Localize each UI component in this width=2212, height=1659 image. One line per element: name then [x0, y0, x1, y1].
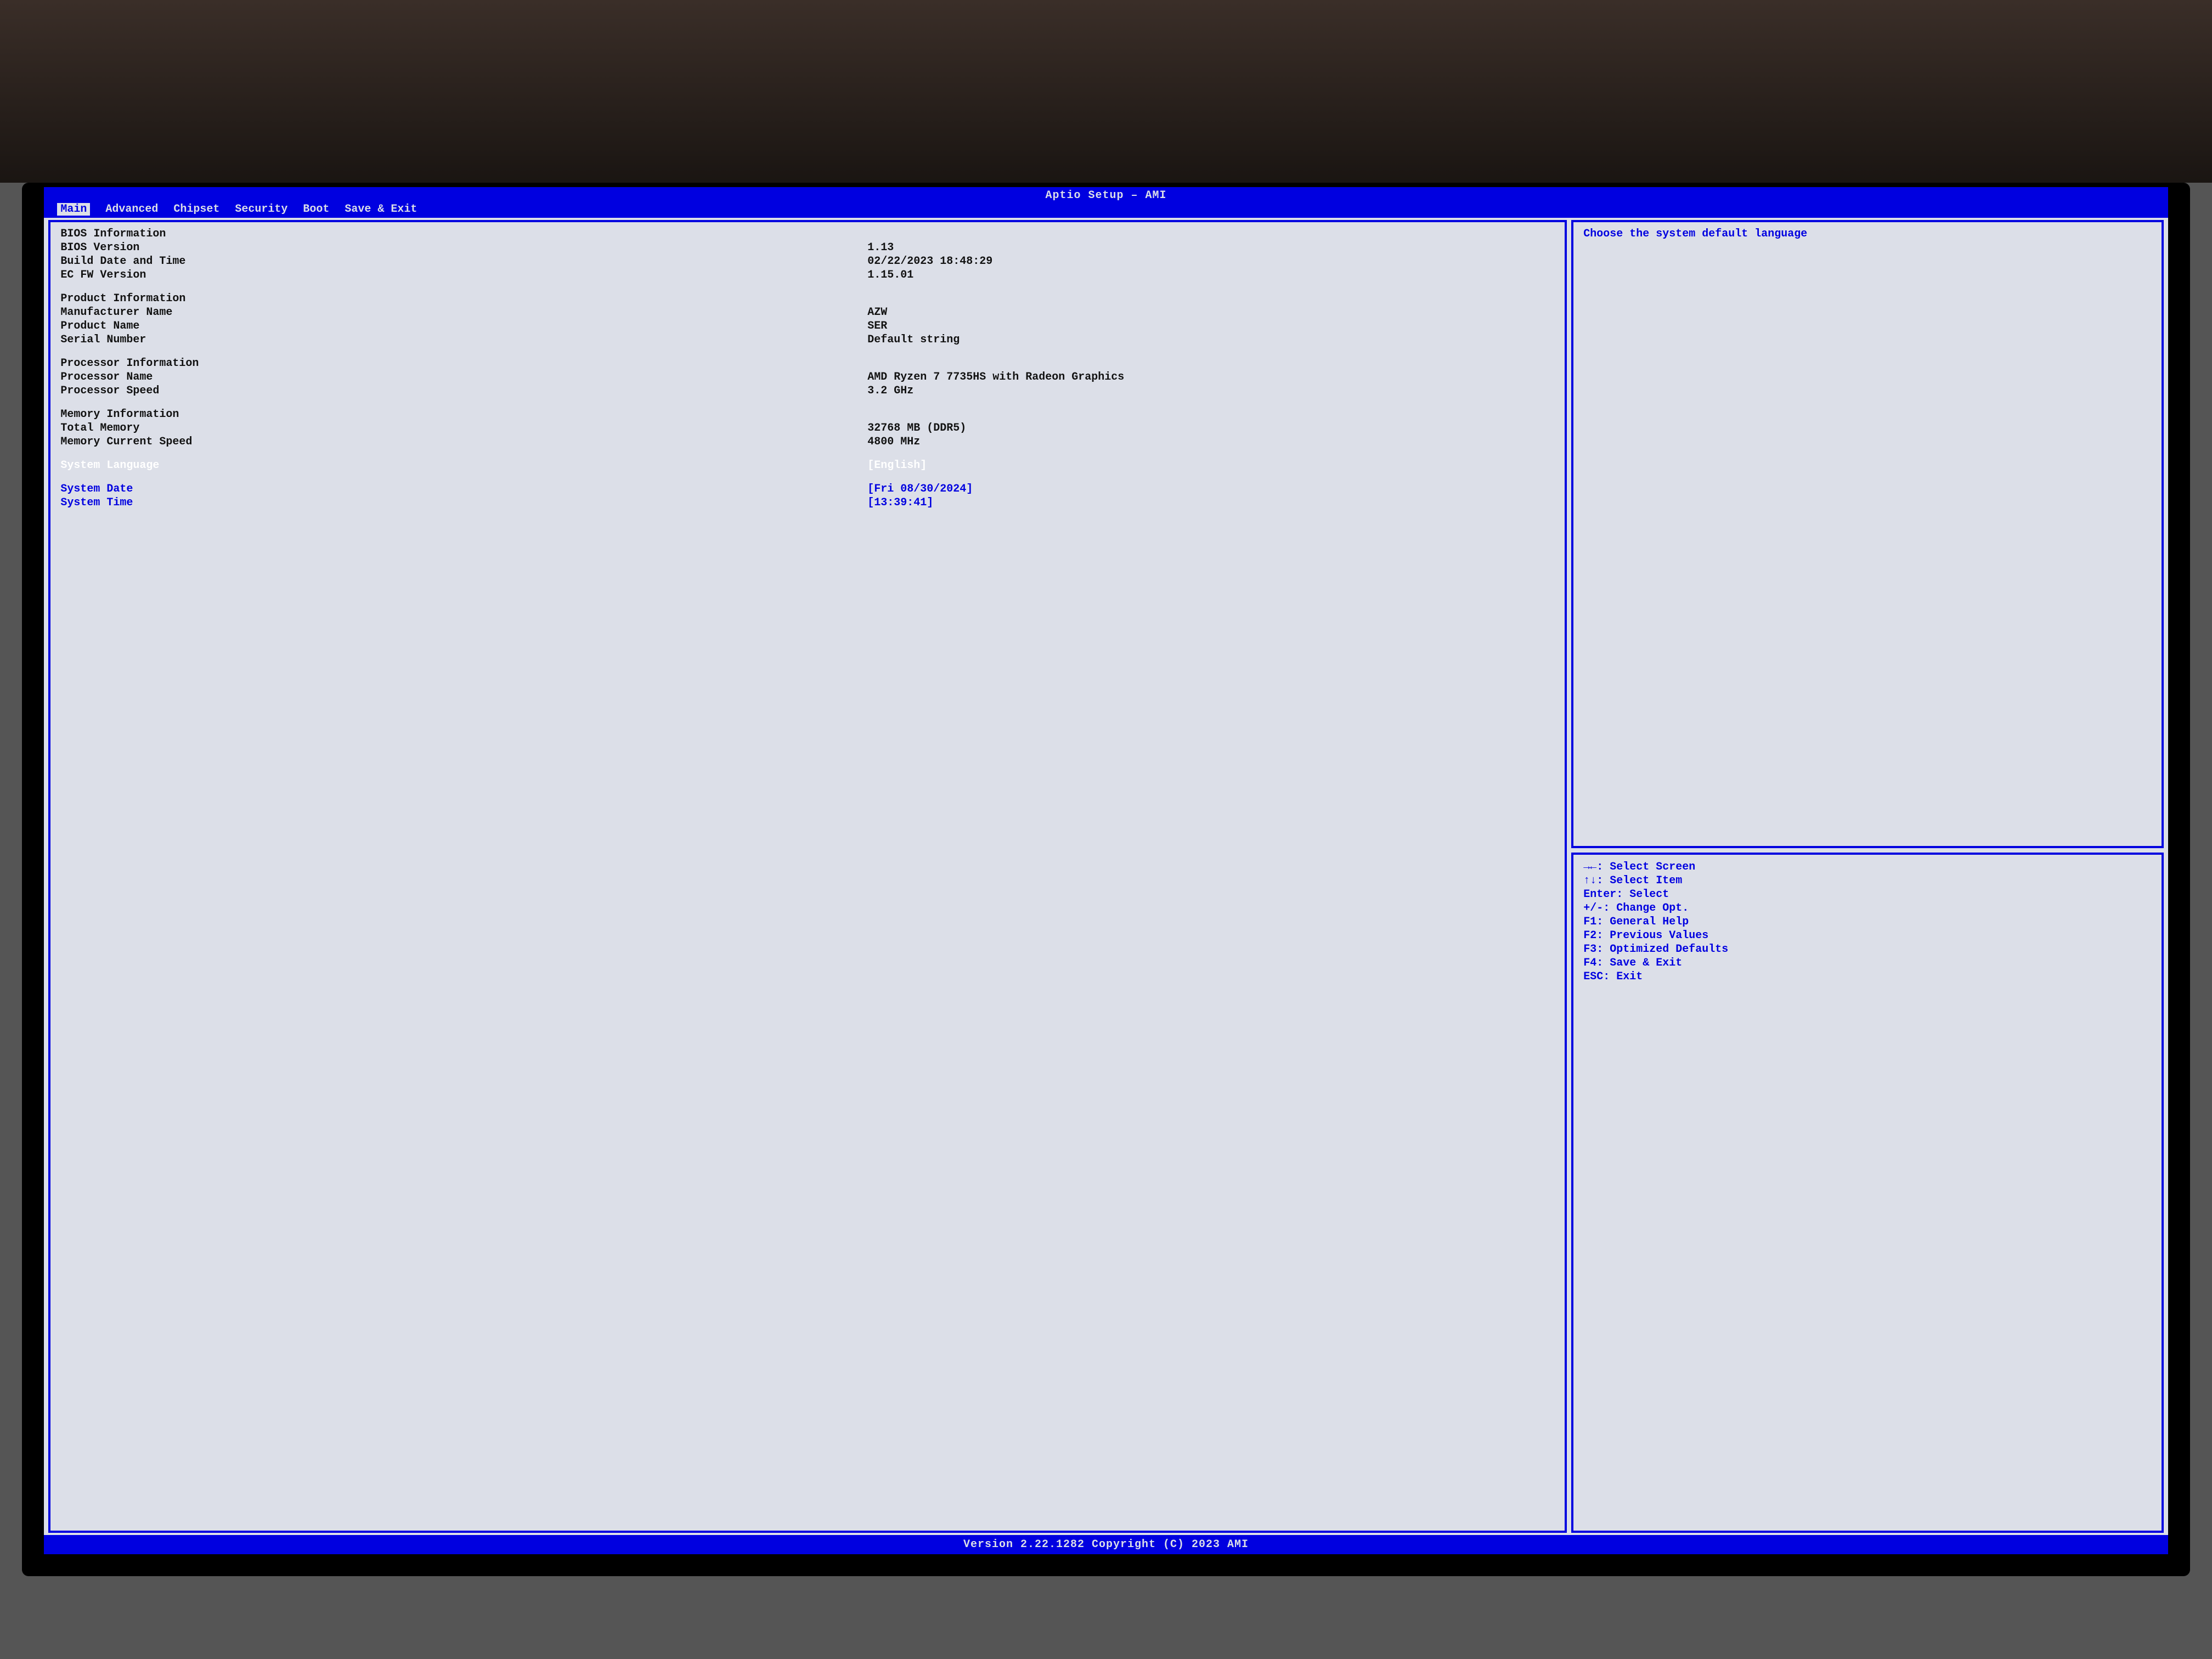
system-date-label[interactable]: System Date [60, 483, 867, 495]
right-column: Choose the system default language →←: S… [1571, 220, 2164, 1533]
monitor-bezel: Aptio Setup – AMI Main Advanced Chipset … [22, 183, 2190, 1576]
build-date-label: Build Date and Time [60, 255, 867, 268]
system-language-label[interactable]: System Language [60, 459, 867, 472]
tab-advanced[interactable]: Advanced [105, 203, 158, 216]
key-previous-values: F2: Previous Values [1583, 929, 2152, 943]
key-select-item: ↑↓: Select Item [1583, 874, 2152, 888]
key-select-screen: →←: Select Screen [1583, 860, 2152, 874]
key-change-opt: +/-: Change Opt. [1583, 901, 2152, 915]
memory-info-header: Memory Information [60, 408, 867, 421]
manufacturer-value: AZW [867, 306, 1555, 319]
bios-info-header: BIOS Information [60, 228, 867, 240]
ec-fw-label: EC FW Version [60, 269, 867, 281]
bios-screen: Aptio Setup – AMI Main Advanced Chipset … [44, 187, 2168, 1554]
key-save-exit: F4: Save & Exit [1583, 956, 2152, 970]
system-time-value[interactable]: [13:39:41] [867, 496, 1555, 509]
build-date-value: 02/22/2023 18:48:29 [867, 255, 1555, 268]
processor-name-value: AMD Ryzen 7 7735HS with Radeon Graphics [867, 371, 1555, 383]
serial-number-value: Default string [867, 334, 1555, 346]
product-name-label: Product Name [60, 320, 867, 332]
bios-body: BIOS Information BIOS Version 1.13 Build… [44, 218, 2168, 1535]
system-language-value[interactable]: [English] [867, 459, 1555, 472]
key-optimized-defaults: F3: Optimized Defaults [1583, 943, 2152, 956]
tab-boot[interactable]: Boot [303, 203, 329, 216]
bios-version-value: 1.13 [867, 241, 1555, 254]
bios-title: Aptio Setup – AMI [44, 187, 2168, 203]
tab-bar: Main Advanced Chipset Security Boot Save… [44, 203, 2168, 218]
tab-security[interactable]: Security [235, 203, 287, 216]
help-panel: Choose the system default language [1571, 220, 2164, 848]
processor-speed-value: 3.2 GHz [867, 385, 1555, 397]
memory-speed-value: 4800 MHz [867, 436, 1555, 448]
processor-speed-label: Processor Speed [60, 385, 867, 397]
processor-info-header: Processor Information [60, 357, 867, 370]
photo-background-top [0, 0, 2212, 183]
ec-fw-value: 1.15.01 [867, 269, 1555, 281]
key-enter-select: Enter: Select [1583, 888, 2152, 901]
memory-speed-label: Memory Current Speed [60, 436, 867, 448]
tab-main[interactable]: Main [57, 203, 90, 216]
total-memory-label: Total Memory [60, 422, 867, 435]
bios-footer: Version 2.22.1282 Copyright (C) 2023 AMI [44, 1535, 2168, 1554]
tab-chipset[interactable]: Chipset [173, 203, 219, 216]
serial-number-label: Serial Number [60, 334, 867, 346]
system-date-value[interactable]: [Fri 08/30/2024] [867, 483, 1555, 495]
product-name-value: SER [867, 320, 1555, 332]
bios-version-label: BIOS Version [60, 241, 867, 254]
processor-name-label: Processor Name [60, 371, 867, 383]
system-time-label[interactable]: System Time [60, 496, 867, 509]
help-text: Choose the system default language [1583, 228, 2152, 240]
total-memory-value: 32768 MB (DDR5) [867, 422, 1555, 435]
key-help-panel: →←: Select Screen ↑↓: Select Item Enter:… [1571, 853, 2164, 1533]
manufacturer-label: Manufacturer Name [60, 306, 867, 319]
tab-save-exit[interactable]: Save & Exit [345, 203, 417, 216]
key-general-help: F1: General Help [1583, 915, 2152, 929]
product-info-header: Product Information [60, 292, 867, 305]
main-panel: BIOS Information BIOS Version 1.13 Build… [48, 220, 1567, 1533]
key-esc-exit: ESC: Exit [1583, 970, 2152, 984]
